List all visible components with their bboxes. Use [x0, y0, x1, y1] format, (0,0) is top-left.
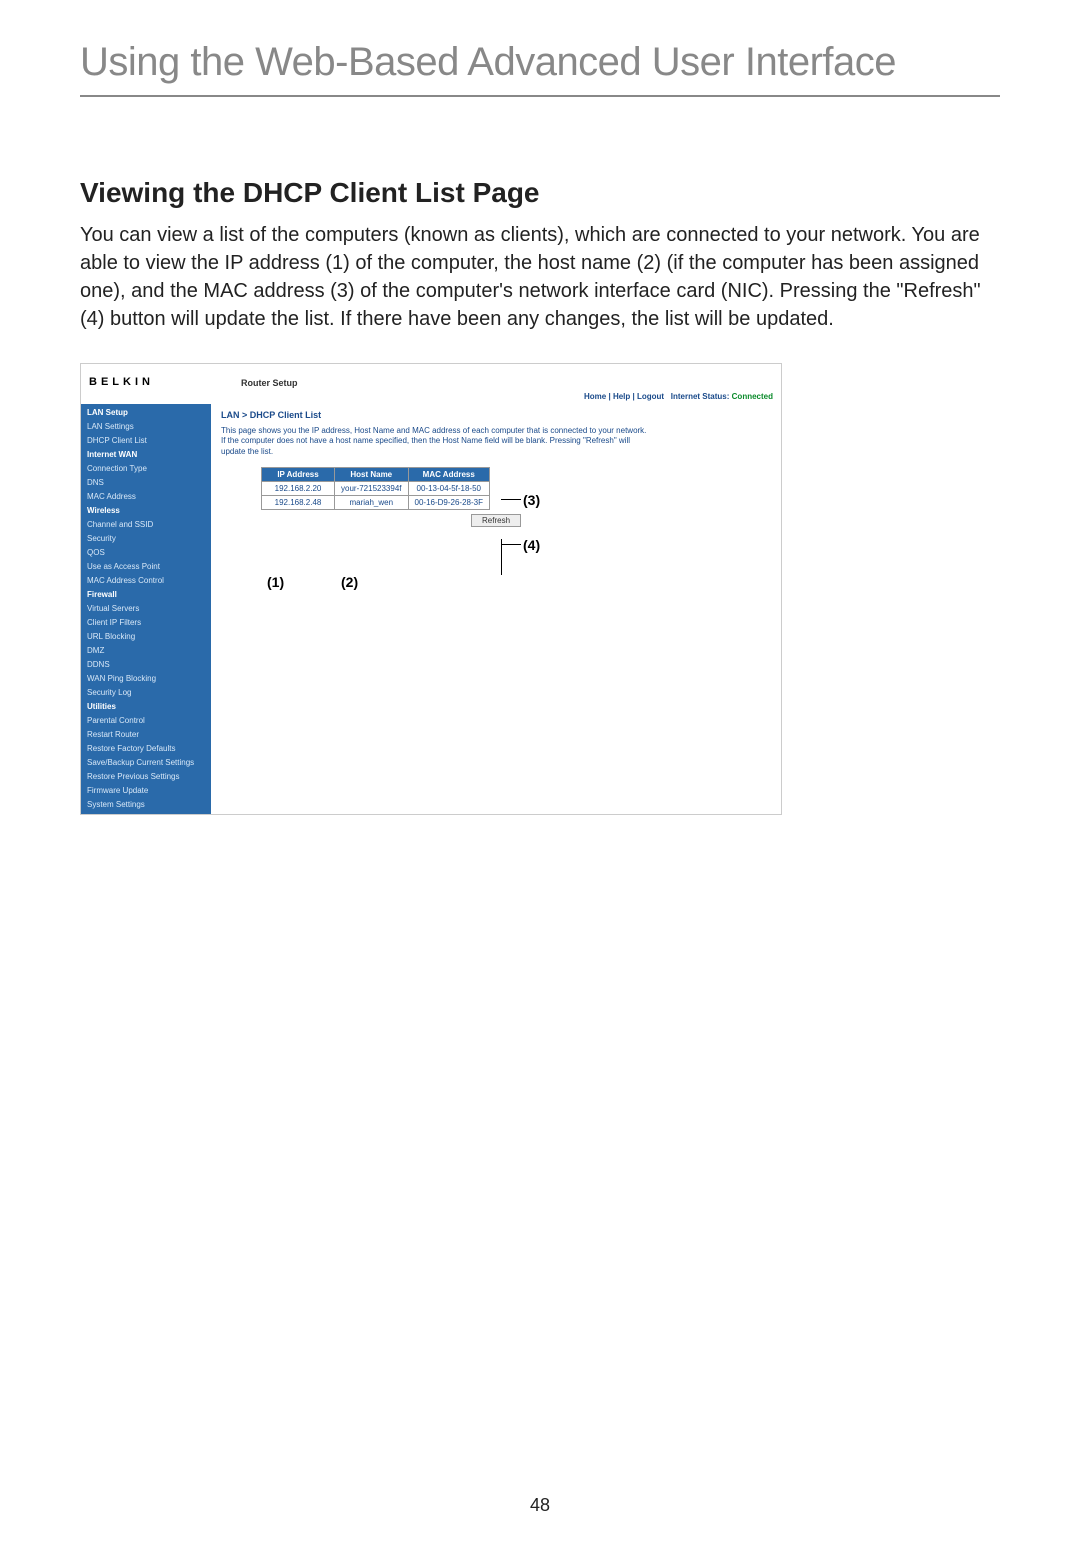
- callout-line-4: [501, 544, 521, 545]
- nav-item[interactable]: QOS: [81, 546, 211, 560]
- callout-line-3: [501, 499, 521, 500]
- link-help[interactable]: Help: [613, 392, 630, 401]
- table-cell: 192.168.2.48: [262, 496, 335, 510]
- nav-item[interactable]: WAN Ping Blocking: [81, 672, 211, 686]
- table-header: Host Name: [335, 468, 409, 482]
- table-row: 192.168.2.20your-721523394f00-13-04-5f-1…: [262, 482, 490, 496]
- nav-item[interactable]: URL Blocking: [81, 630, 211, 644]
- body-text: You can view a list of the computers (kn…: [80, 221, 1000, 333]
- status-value: Connected: [732, 392, 773, 401]
- nav-item[interactable]: Connection Type: [81, 462, 211, 476]
- nav-item[interactable]: MAC Address Control: [81, 574, 211, 588]
- nav-item: Utilities: [81, 700, 211, 714]
- table-header: MAC Address: [408, 468, 489, 482]
- link-logout[interactable]: Logout: [637, 392, 664, 401]
- nav-item[interactable]: Use as Access Point: [81, 560, 211, 574]
- content-pane: LAN > DHCP Client List This page shows y…: [211, 404, 781, 814]
- nav-item[interactable]: DNS: [81, 476, 211, 490]
- nav-item[interactable]: System Settings: [81, 798, 211, 812]
- section-title: Viewing the DHCP Client List Page: [80, 177, 1000, 209]
- nav-item: LAN Setup: [81, 406, 211, 420]
- router-screenshot: BELKIN Router Setup Home | Help | Logout…: [80, 363, 782, 815]
- page-desc: This page shows you the IP address, Host…: [221, 426, 651, 457]
- callout-1: (1): [267, 574, 284, 590]
- page-main-title: Using the Web-Based Advanced User Interf…: [80, 40, 1000, 97]
- nav-item[interactable]: Client IP Filters: [81, 616, 211, 630]
- nav-item[interactable]: Restore Previous Settings: [81, 770, 211, 784]
- sidebar-nav: LAN SetupLAN SettingsDHCP Client ListInt…: [81, 404, 211, 814]
- nav-item[interactable]: Restore Factory Defaults: [81, 742, 211, 756]
- nav-item[interactable]: Parental Control: [81, 714, 211, 728]
- nav-item[interactable]: MAC Address: [81, 490, 211, 504]
- nav-item[interactable]: Security Log: [81, 686, 211, 700]
- dhcp-table: IP AddressHost NameMAC Address 192.168.2…: [261, 467, 490, 510]
- table-cell: 00-16-D9-26-28-3F: [408, 496, 489, 510]
- nav-item[interactable]: Save/Backup Current Settings: [81, 756, 211, 770]
- table-cell: 00-13-04-5f-18-50: [408, 482, 489, 496]
- brand-logo: BELKIN: [89, 376, 154, 388]
- nav-item[interactable]: Firmware Update: [81, 784, 211, 798]
- page-number: 48: [80, 1495, 1000, 1516]
- nav-item: Internet WAN: [81, 448, 211, 462]
- table-row: 192.168.2.48mariah_wen00-16-D9-26-28-3F: [262, 496, 490, 510]
- callout-4: (4): [523, 537, 540, 553]
- status-label: Internet Status:: [671, 392, 730, 401]
- nav-item[interactable]: LAN Settings: [81, 420, 211, 434]
- breadcrumb: LAN > DHCP Client List: [221, 410, 771, 420]
- refresh-button[interactable]: Refresh: [471, 514, 521, 527]
- nav-item[interactable]: Restart Router: [81, 728, 211, 742]
- table-cell: your-721523394f: [335, 482, 409, 496]
- nav-item: Wireless: [81, 504, 211, 518]
- link-home[interactable]: Home: [584, 392, 606, 401]
- callout-2: (2): [341, 574, 358, 590]
- nav-item[interactable]: Security: [81, 532, 211, 546]
- shot-header: BELKIN Router Setup Home | Help | Logout…: [81, 364, 781, 405]
- nav-item[interactable]: DDNS: [81, 658, 211, 672]
- table-header: IP Address: [262, 468, 335, 482]
- nav-item: Firewall: [81, 588, 211, 602]
- nav-item[interactable]: DMZ: [81, 644, 211, 658]
- nav-item[interactable]: Virtual Servers: [81, 602, 211, 616]
- nav-item[interactable]: Channel and SSID: [81, 518, 211, 532]
- nav-item[interactable]: DHCP Client List: [81, 434, 211, 448]
- table-cell: mariah_wen: [335, 496, 409, 510]
- table-cell: 192.168.2.20: [262, 482, 335, 496]
- callout-3: (3): [523, 492, 540, 508]
- top-links: Home | Help | Logout Internet Status: Co…: [584, 392, 773, 401]
- router-setup-label: Router Setup: [241, 378, 298, 388]
